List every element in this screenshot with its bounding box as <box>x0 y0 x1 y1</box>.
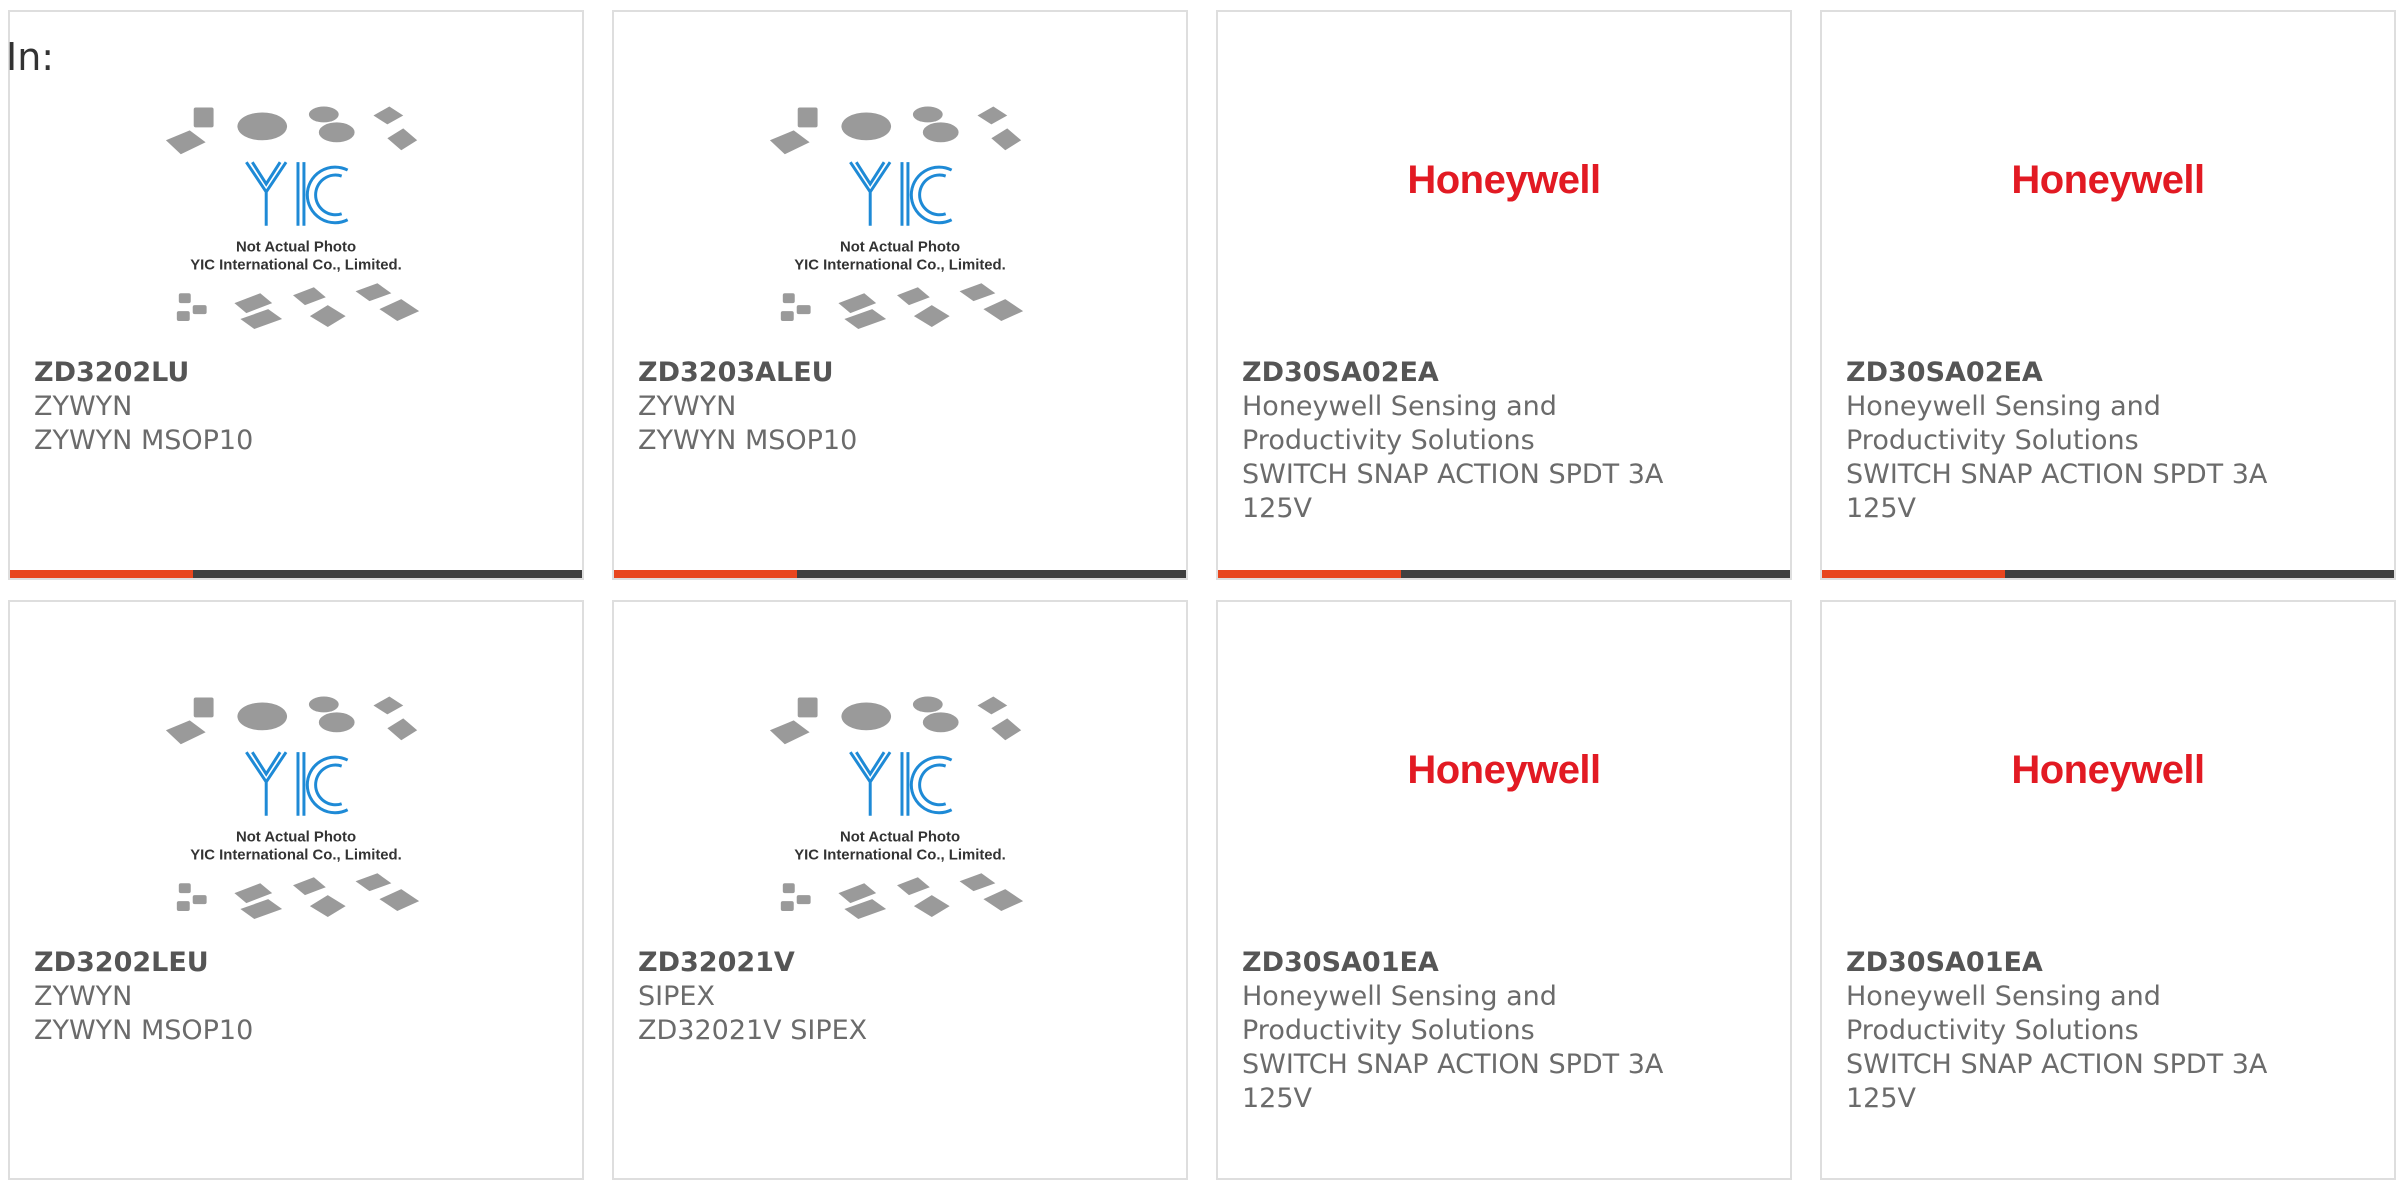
product-card[interactable]: Honeywell ZD30SA02EA Honeywell Sensing a… <box>1216 10 1792 580</box>
manufacturer: ZYWYN <box>638 391 737 422</box>
progress-bar <box>614 570 1186 578</box>
manufacturer: ZYWYN <box>34 981 133 1012</box>
svg-text:YIC International Co., Limited: YIC International Co., Limited. <box>190 257 402 273</box>
svg-text:Not Actual Photo: Not Actual Photo <box>236 830 356 846</box>
product-card[interactable]: Not Actual Photo YIC International Co., … <box>8 10 584 580</box>
svg-text:YIC International Co., Limited: YIC International Co., Limited. <box>794 257 1006 273</box>
description: ZYWYN MSOP10 <box>34 425 254 456</box>
honeywell-logo: Honeywell <box>2011 158 2205 202</box>
part-number[interactable]: ZD30SA01EA <box>1846 946 2370 980</box>
part-number[interactable]: ZD32021V <box>638 946 1162 980</box>
manufacturer: Honeywell Sensing and Productivity Solut… <box>1242 981 1557 1046</box>
progress-bar <box>10 570 582 578</box>
svg-text:Not Actual Photo: Not Actual Photo <box>236 240 356 256</box>
honeywell-logo: Honeywell <box>1407 748 1601 792</box>
progress-bar <box>1218 570 1790 578</box>
svg-text:Not Actual Photo: Not Actual Photo <box>840 830 960 846</box>
product-card[interactable]: Not Actual Photo YIC International Co., … <box>8 600 584 1180</box>
manufacturer: Honeywell Sensing and Productivity Solut… <box>1846 391 2161 456</box>
product-card[interactable]: Not Actual Photo YIC International Co., … <box>612 600 1188 1180</box>
part-number[interactable]: ZD3202LU <box>34 356 558 390</box>
svg-text:YIC International Co., Limited: YIC International Co., Limited. <box>794 847 1006 863</box>
description: ZYWYN MSOP10 <box>34 1015 254 1046</box>
product-image[interactable]: Not Actual Photo YIC International Co., … <box>614 12 1186 352</box>
product-image[interactable]: Honeywell <box>1822 12 2394 352</box>
progress-bar <box>1822 570 2394 578</box>
progress-fill <box>1218 570 1402 578</box>
honeywell-logo: Honeywell <box>2011 748 2205 792</box>
manufacturer: ZYWYN <box>34 391 133 422</box>
product-image[interactable]: Honeywell <box>1218 12 1790 352</box>
manufacturer: Honeywell Sensing and Productivity Solut… <box>1846 981 2161 1046</box>
part-number[interactable]: ZD3203ALEU <box>638 356 1162 390</box>
svg-text:Not Actual Photo: Not Actual Photo <box>840 240 960 256</box>
description: ZYWYN MSOP10 <box>638 425 858 456</box>
part-number[interactable]: ZD3202LEU <box>34 946 558 980</box>
page-label: In: <box>6 35 55 79</box>
description: SWITCH SNAP ACTION SPDT 3A 125V <box>1846 459 2268 524</box>
product-card[interactable]: Not Actual Photo YIC International Co., … <box>612 10 1188 580</box>
manufacturer: SIPEX <box>638 981 715 1012</box>
yic-placeholder-image: Not Actual Photo YIC International Co., … <box>165 696 420 919</box>
product-card[interactable]: Honeywell ZD30SA02EA Honeywell Sensing a… <box>1820 10 2396 580</box>
description: SWITCH SNAP ACTION SPDT 3A 125V <box>1242 1049 1664 1114</box>
svg-text:YIC International Co., Limited: YIC International Co., Limited. <box>190 847 402 863</box>
progress-fill <box>614 570 798 578</box>
description: ZD32021V SIPEX <box>638 1015 868 1046</box>
description: SWITCH SNAP ACTION SPDT 3A 125V <box>1242 459 1664 524</box>
yic-placeholder-image: Not Actual Photo YIC International Co., … <box>165 106 420 329</box>
product-image[interactable]: Not Actual Photo YIC International Co., … <box>614 602 1186 942</box>
product-card[interactable]: Honeywell ZD30SA01EA Honeywell Sensing a… <box>1216 600 1792 1180</box>
product-image[interactable]: Not Actual Photo YIC International Co., … <box>10 12 582 352</box>
product-image[interactable]: Not Actual Photo YIC International Co., … <box>10 602 582 942</box>
honeywell-logo: Honeywell <box>1407 158 1601 202</box>
manufacturer: Honeywell Sensing and Productivity Solut… <box>1242 391 1557 456</box>
progress-fill <box>10 570 194 578</box>
yic-placeholder-image: Not Actual Photo YIC International Co., … <box>769 106 1024 329</box>
product-image[interactable]: Honeywell <box>1218 602 1790 942</box>
product-image[interactable]: Honeywell <box>1822 602 2394 942</box>
part-number[interactable]: ZD30SA02EA <box>1846 356 2370 390</box>
part-number[interactable]: ZD30SA01EA <box>1242 946 1766 980</box>
product-card[interactable]: Honeywell ZD30SA01EA Honeywell Sensing a… <box>1820 600 2396 1180</box>
description: SWITCH SNAP ACTION SPDT 3A 125V <box>1846 1049 2268 1114</box>
part-number[interactable]: ZD30SA02EA <box>1242 356 1766 390</box>
progress-fill <box>1822 570 2006 578</box>
yic-placeholder-image: Not Actual Photo YIC International Co., … <box>769 696 1024 919</box>
